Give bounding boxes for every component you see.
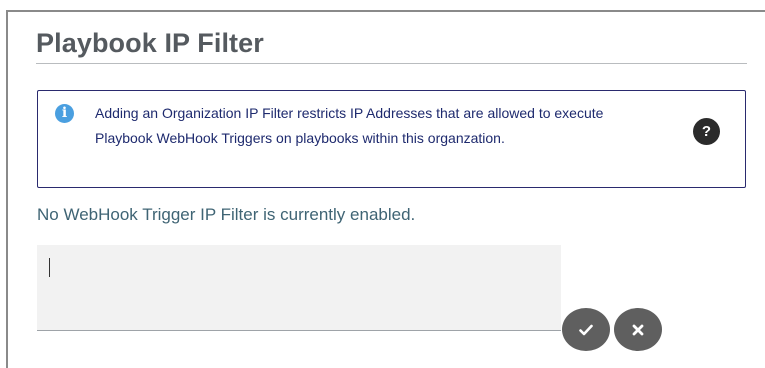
info-callout: i Adding an Organization IP Filter restr… bbox=[37, 90, 746, 188]
help-icon[interactable]: ? bbox=[693, 118, 720, 145]
info-icon: i bbox=[55, 104, 74, 123]
page-title: Playbook IP Filter bbox=[36, 28, 264, 58]
cancel-button[interactable] bbox=[614, 308, 662, 351]
check-icon bbox=[579, 324, 593, 335]
info-message: Adding an Organization IP Filter restric… bbox=[95, 101, 675, 151]
ip-filter-input[interactable] bbox=[37, 245, 561, 331]
ip-filter-panel: Playbook IP Filter i Adding an Organizat… bbox=[6, 10, 765, 368]
filter-status-text: No WebHook Trigger IP Filter is currentl… bbox=[37, 205, 416, 224]
text-cursor bbox=[49, 258, 50, 277]
title-divider bbox=[36, 63, 747, 64]
confirm-button[interactable] bbox=[562, 308, 610, 351]
info-message-line-2: Playbook WebHook Triggers on playbooks w… bbox=[95, 130, 505, 146]
info-message-line-1: Adding an Organization IP Filter restric… bbox=[95, 105, 604, 121]
close-icon bbox=[632, 324, 644, 335]
